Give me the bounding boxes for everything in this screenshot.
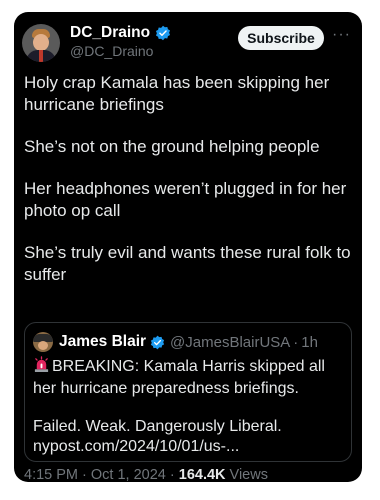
tweet-paragraph: She’s truly evil and wants these rural f… [24,243,351,284]
quoted-tweet-text: BREAKING: Kamala Harris skipped all her … [33,356,349,475]
quoted-tweet[interactable]: James Blair @JamesBlairUSA · 1h BREAKING… [24,322,352,462]
views-count[interactable]: 164.4K [179,467,226,482]
tweet-text: Holy crap Kamala has been skipping her h… [24,72,356,306]
tweet-meta: 4:15 PM · Oct 1, 2024 · 164.4K Views [24,467,268,482]
post-time[interactable]: 4:15 PM [24,467,78,482]
police-light-icon [33,356,50,379]
quoted-author-avatar[interactable] [33,332,53,352]
author-display-name[interactable]: DC_Draino [70,24,150,42]
author-name-row: DC_Draino [70,24,171,42]
tweet-paragraph: Her headphones weren’t plugged in for he… [24,179,347,220]
quoted-author-handle[interactable]: @JamesBlairUSA [170,334,290,351]
views-label: Views [225,467,268,482]
quoted-text-line: BREAKING: Kamala Harris skipped all her … [33,358,325,397]
verified-badge-icon [150,335,165,350]
tweet-paragraph: She’s not on the ground helping people [24,137,320,156]
quoted-tweet-paragraph: Failed. Weak. Dangerously Liberal. nypos… [33,418,282,455]
separator-dot: · [165,467,179,482]
quoted-tweet-paragraph: BREAKING: Kamala Harris skipped all her … [33,356,349,399]
tweet-card: DC_Draino @DC_Draino Subscribe ··· Holy … [14,12,362,482]
post-date[interactable]: Oct 1, 2024 [91,467,166,482]
subscribe-button[interactable]: Subscribe [238,26,324,50]
verified-badge-icon [155,25,171,41]
more-options-icon[interactable]: ··· [332,26,351,44]
quoted-tweet-header: James Blair @JamesBlairUSA · 1h [33,332,318,352]
quoted-tweet-time[interactable]: 1h [301,334,318,351]
tweet-paragraph: Holy crap Kamala has been skipping her h… [24,73,330,114]
author-handle[interactable]: @DC_Draino [70,43,153,59]
author-avatar[interactable] [22,24,60,62]
quoted-author-display-name[interactable]: James Blair [59,333,146,351]
separator-dot: · [78,467,91,482]
separator-dot: · [293,333,299,351]
